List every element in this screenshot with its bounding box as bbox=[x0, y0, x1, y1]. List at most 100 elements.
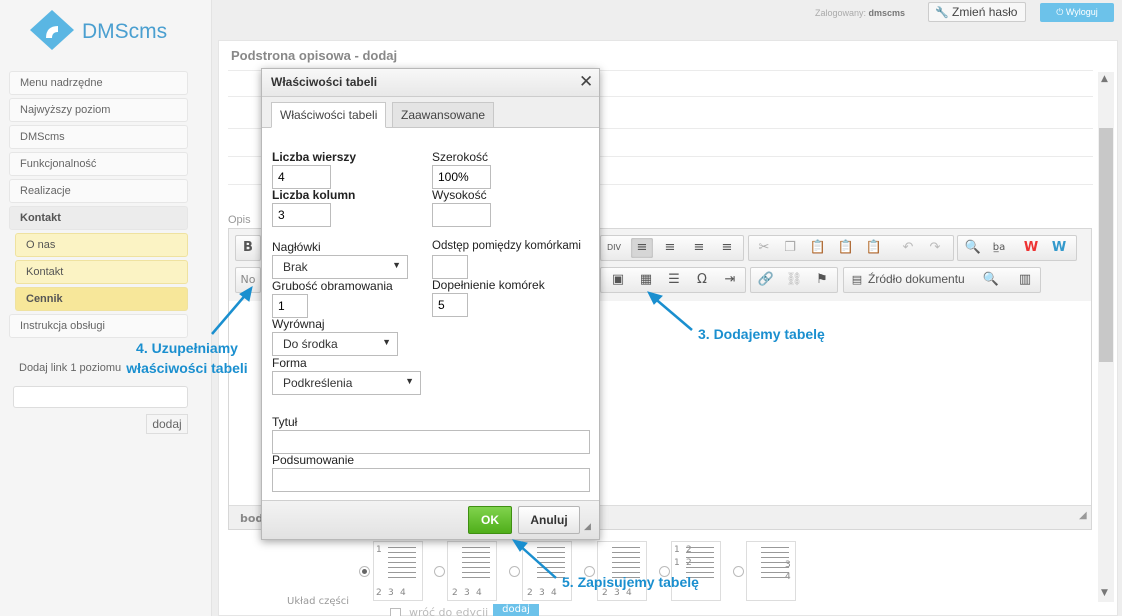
redo-icon[interactable]: ↷ bbox=[924, 238, 946, 258]
headers-select[interactable]: Brak ▼ bbox=[272, 255, 408, 279]
special-char-icon[interactable]: Ω bbox=[691, 270, 713, 290]
scroll-down-icon[interactable]: ▼ bbox=[1101, 588, 1108, 598]
replace-icon[interactable]: b̲a bbox=[988, 238, 1010, 258]
sidebar-subitem-kontakt[interactable]: Kontakt bbox=[15, 260, 188, 284]
sidebar-item-dmscms[interactable]: DMScms bbox=[9, 125, 188, 149]
close-icon[interactable]: ✕ bbox=[579, 72, 593, 92]
back-to-edit-checkbox[interactable] bbox=[390, 608, 401, 616]
table-icon[interactable]: ▦ bbox=[635, 270, 657, 290]
source-icon[interactable]: ▤ bbox=[846, 270, 868, 290]
paste-text-icon[interactable]: 📋 bbox=[835, 238, 857, 258]
logout-button[interactable]: ⏻ Wyloguj bbox=[1040, 3, 1114, 22]
preview-icon[interactable]: 🔍 bbox=[980, 270, 1002, 290]
cut-icon[interactable]: ✂ bbox=[753, 238, 775, 258]
thumb-line bbox=[462, 547, 490, 548]
height-input[interactable] bbox=[432, 203, 491, 227]
sidebar-subitem-o-nas[interactable]: O nas bbox=[15, 233, 188, 257]
layout-thumb[interactable]: 2 3 4 bbox=[447, 541, 497, 601]
chevron-down-icon: ▼ bbox=[405, 376, 414, 386]
align-left-icon[interactable]: ≡ bbox=[631, 238, 653, 258]
layout-radio[interactable] bbox=[733, 566, 744, 577]
source-button-label[interactable]: Źródło dokumentu bbox=[868, 272, 965, 286]
find-icon[interactable]: 🔍 bbox=[962, 238, 984, 258]
layout-radio[interactable] bbox=[509, 566, 520, 577]
thumb-line bbox=[388, 557, 416, 558]
spellcheck-icon[interactable]: W bbox=[1020, 238, 1042, 258]
tab-advanced[interactable]: Zaawansowane bbox=[392, 102, 495, 128]
link-icon[interactable]: 🔗 bbox=[755, 270, 777, 290]
change-password-button[interactable]: 🔧 Zmień hasło bbox=[928, 2, 1026, 22]
thumb-label: 3 bbox=[539, 588, 545, 598]
thumb-line bbox=[537, 562, 565, 563]
layout-radio[interactable] bbox=[434, 566, 445, 577]
paste-icon[interactable]: 📋 bbox=[807, 238, 829, 258]
add-link-button[interactable]: dodaj bbox=[146, 414, 188, 434]
thumb-label: 1 bbox=[674, 558, 680, 568]
sidebar-item-instrukcja[interactable]: Instrukcja obsługi bbox=[9, 314, 188, 338]
scroll-up-icon[interactable]: ▲ bbox=[1101, 74, 1108, 84]
image-icon[interactable]: ▣ bbox=[607, 270, 629, 290]
logged-label: Zalogowany: bbox=[815, 8, 867, 18]
sidebar-item-realizacje[interactable]: Realizacje bbox=[9, 179, 188, 203]
caption-input[interactable] bbox=[272, 430, 590, 454]
thumb-line bbox=[537, 577, 565, 578]
toolbar-group-clipboard: ✂ ❐ 📋 📋 📋 ↶ ↷ bbox=[748, 235, 954, 261]
align-right-icon[interactable]: ≡ bbox=[688, 238, 710, 258]
ok-button[interactable]: OK bbox=[468, 506, 512, 534]
toolbar-group-basic: B bbox=[235, 235, 261, 261]
sidebar-subitem-cennik[interactable]: Cennik bbox=[15, 287, 188, 311]
horizontal-line-icon[interactable]: ☰ bbox=[663, 270, 685, 290]
unlink-icon[interactable]: ⛓ bbox=[783, 270, 805, 290]
align-center-icon[interactable]: ≡ bbox=[659, 238, 681, 258]
sidebar-item-funkcjonalnosc[interactable]: Funkcjonalność bbox=[9, 152, 188, 176]
logout-label: Wyloguj bbox=[1065, 7, 1098, 17]
paste-word-icon[interactable]: 📋 bbox=[863, 238, 885, 258]
add-link-input[interactable] bbox=[13, 386, 188, 408]
layout-thumb[interactable]: 3 4 bbox=[746, 541, 796, 601]
wrench-icon: 🔧 bbox=[935, 7, 949, 19]
thumb-line bbox=[686, 562, 714, 563]
summary-input[interactable] bbox=[272, 468, 590, 492]
width-input[interactable] bbox=[432, 165, 491, 189]
submit-add-button[interactable]: dodaj bbox=[493, 604, 539, 616]
format-select[interactable]: No bbox=[237, 270, 259, 290]
cell-padding-input[interactable] bbox=[432, 293, 468, 317]
bold-icon[interactable]: B bbox=[237, 238, 259, 258]
border-input[interactable] bbox=[272, 294, 308, 318]
align-select[interactable]: Do środka ▼ bbox=[272, 332, 398, 356]
align-value: Do środka bbox=[283, 337, 338, 351]
anchor-flag-icon[interactable]: ⚑ bbox=[811, 270, 833, 290]
cancel-button[interactable]: Anuluj bbox=[518, 506, 580, 534]
align-justify-icon[interactable]: ≡ bbox=[716, 238, 738, 258]
scayt-icon[interactable]: W bbox=[1048, 238, 1070, 258]
page-title: Podstrona opisowa - dodaj bbox=[231, 48, 398, 63]
brand-logo[interactable]: DMScms bbox=[28, 8, 198, 54]
layout-radio[interactable] bbox=[359, 566, 370, 577]
copy-icon[interactable]: ❐ bbox=[779, 238, 801, 258]
element-path[interactable]: bod bbox=[240, 512, 263, 525]
thumb-line bbox=[761, 552, 789, 553]
toolbar-group-format: No bbox=[235, 267, 261, 293]
tab-table-properties[interactable]: Właściwości tabeli bbox=[271, 102, 387, 128]
layout-thumb[interactable]: 1 2 3 4 bbox=[373, 541, 423, 601]
cols-input[interactable] bbox=[272, 203, 331, 227]
scrollbar-thumb[interactable] bbox=[1099, 128, 1113, 362]
dialog-header[interactable]: Właściwości tabeli ✕ bbox=[262, 69, 599, 97]
dialog-footer: OK Anuluj bbox=[262, 500, 599, 539]
sidebar-item-menu-nadrzedne[interactable]: Menu nadrzędne bbox=[9, 71, 188, 95]
page-break-icon[interactable]: ⇥ bbox=[719, 270, 741, 290]
thumb-line bbox=[388, 567, 416, 568]
resize-grip-icon[interactable]: ◢ bbox=[584, 522, 591, 532]
thumb-label: 1 bbox=[674, 545, 680, 555]
undo-icon[interactable]: ↶ bbox=[897, 238, 919, 258]
form-select[interactable]: Podkreślenia ▼ bbox=[272, 371, 421, 395]
thumb-line bbox=[612, 557, 640, 558]
div-container-icon[interactable]: DIV bbox=[603, 238, 625, 258]
rows-input[interactable] bbox=[272, 165, 331, 189]
sidebar-item-kontakt[interactable]: Kontakt bbox=[9, 206, 188, 230]
sidebar-item-najwyzszy-poziom[interactable]: Najwyższy poziom bbox=[9, 98, 188, 122]
templates-icon[interactable]: ▥ bbox=[1014, 270, 1036, 290]
resize-grip-icon[interactable]: ◢ bbox=[1079, 510, 1087, 521]
thumb-line bbox=[388, 577, 416, 578]
cell-spacing-input[interactable] bbox=[432, 255, 468, 279]
